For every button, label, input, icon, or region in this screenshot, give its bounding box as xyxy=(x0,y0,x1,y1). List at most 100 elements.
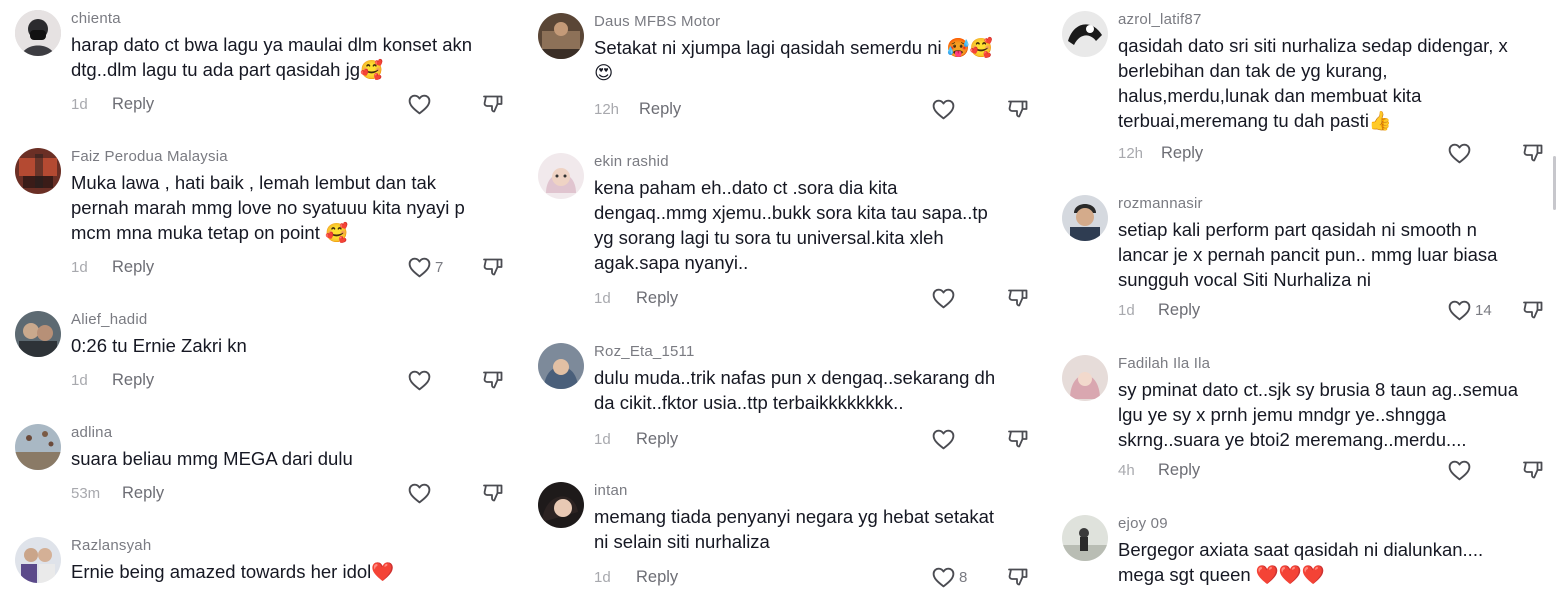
comment-text: 0:26 tu Ernie Zakri kn xyxy=(71,335,247,356)
dislike-button[interactable] xyxy=(1006,427,1030,456)
thumbs-down-icon xyxy=(481,368,505,392)
comment-text: suara beliau mmg MEGA dari dulu xyxy=(71,448,353,469)
dislike-button[interactable] xyxy=(481,92,505,121)
thumbs-down-icon xyxy=(1006,565,1030,589)
comment-username[interactable]: intan xyxy=(594,482,628,499)
heart-icon xyxy=(407,92,432,117)
comment-username[interactable]: Fadilah Ila Ila xyxy=(1118,355,1210,372)
comment-actions: 1d Reply xyxy=(71,94,515,118)
thumbs-down-icon xyxy=(1006,286,1030,310)
comment-actions: 1d Reply xyxy=(71,370,515,394)
like-button[interactable] xyxy=(1447,458,1475,483)
avatar[interactable] xyxy=(538,13,584,59)
reply-button[interactable]: Reply xyxy=(1161,144,1203,163)
like-button[interactable]: 7 xyxy=(407,255,443,280)
comment-time: 1d xyxy=(594,569,611,586)
comment-time: 12h xyxy=(594,101,620,118)
like-button[interactable] xyxy=(407,92,435,117)
comment-username[interactable]: Razlansyah xyxy=(71,537,151,554)
dislike-button[interactable] xyxy=(1006,97,1030,126)
avatar[interactable] xyxy=(1062,515,1108,561)
reply-button[interactable]: Reply xyxy=(636,568,678,587)
comment-username[interactable]: ejoy 09 xyxy=(1118,515,1168,532)
avatar[interactable] xyxy=(15,311,61,357)
reply-button[interactable]: Reply xyxy=(122,484,164,503)
avatar[interactable] xyxy=(15,148,61,194)
heart-icon xyxy=(407,368,432,393)
reply-button[interactable]: Reply xyxy=(112,95,154,114)
comment-text: setiap kali perform part qasidah ni smoo… xyxy=(1118,219,1498,290)
dislike-button[interactable] xyxy=(481,255,505,284)
comment-text: Muka lawa , hati baik , lemah lembut dan… xyxy=(71,172,465,243)
heart-icon xyxy=(407,481,432,506)
comment-item: ejoy 09 Bergegor axiata saat qasidah ni … xyxy=(1062,515,1547,595)
like-button[interactable] xyxy=(931,427,959,452)
avatar[interactable] xyxy=(15,10,61,56)
dislike-button[interactable] xyxy=(481,368,505,397)
reply-button[interactable]: Reply xyxy=(112,258,154,277)
like-button[interactable] xyxy=(1447,141,1475,166)
comment-column-1: chienta harap dato ct bwa lagu ya maulai… xyxy=(15,0,515,616)
thumbs-down-icon xyxy=(481,92,505,116)
dislike-button[interactable] xyxy=(1521,298,1545,327)
like-button[interactable]: 14 xyxy=(1447,298,1492,323)
avatar[interactable] xyxy=(1062,11,1108,57)
heart-icon xyxy=(931,97,956,122)
comment-item: Daus MFBS Motor Setakat ni xjumpa lagi q… xyxy=(538,13,1038,123)
comment-username[interactable]: ekin rashid xyxy=(594,153,669,170)
reply-button[interactable]: Reply xyxy=(112,371,154,390)
comment-username[interactable]: Faiz Perodua Malaysia xyxy=(71,148,228,165)
comment-item: Alief_hadid 0:26 tu Ernie Zakri kn 1d Re… xyxy=(15,311,515,396)
like-count: 8 xyxy=(959,569,968,586)
avatar[interactable] xyxy=(538,482,584,528)
dislike-button[interactable] xyxy=(1521,458,1545,487)
reply-button[interactable]: Reply xyxy=(1158,301,1200,320)
dislike-button[interactable] xyxy=(1521,141,1545,170)
comment-username[interactable]: azrol_latif87 xyxy=(1118,11,1201,28)
avatar[interactable] xyxy=(1062,355,1108,401)
avatar[interactable] xyxy=(538,153,584,199)
avatar[interactable] xyxy=(15,537,61,583)
reply-button[interactable]: Reply xyxy=(636,430,678,449)
comment-actions: 1d Reply 8 xyxy=(594,567,1038,591)
comment-username[interactable]: adlina xyxy=(71,424,112,441)
like-button[interactable] xyxy=(931,286,959,311)
comment-username[interactable]: Roz_Eta_1511 xyxy=(594,343,695,360)
like-button[interactable] xyxy=(407,368,435,393)
scrollbar[interactable] xyxy=(1553,156,1556,210)
like-button[interactable] xyxy=(931,97,959,122)
comment-username[interactable]: chienta xyxy=(71,10,121,27)
comment-item: azrol_latif87 qasidah dato sri siti nurh… xyxy=(1062,11,1547,171)
like-button[interactable]: 8 xyxy=(931,565,967,590)
heart-icon xyxy=(1447,141,1472,166)
thumbs-down-icon xyxy=(481,481,505,505)
thumbs-down-icon xyxy=(1521,298,1545,322)
avatar[interactable] xyxy=(538,343,584,389)
like-count: 14 xyxy=(1475,302,1492,319)
thumbs-down-icon xyxy=(481,255,505,279)
heart-icon xyxy=(931,427,956,452)
comment-actions: 1d Reply 7 xyxy=(71,257,515,281)
comment-item: Faiz Perodua Malaysia Muka lawa , hati b… xyxy=(15,148,515,283)
avatar[interactable] xyxy=(15,424,61,470)
reply-button[interactable]: Reply xyxy=(639,100,681,119)
comment-text: memang tiada penyanyi negara yg hebat se… xyxy=(594,506,995,552)
like-button[interactable] xyxy=(407,481,435,506)
heart-icon xyxy=(1447,298,1472,323)
comment-username[interactable]: Daus MFBS Motor xyxy=(594,13,720,30)
thumbs-down-icon xyxy=(1521,141,1545,165)
comment-item: adlina suara beliau mmg MEGA dari dulu 5… xyxy=(15,424,515,509)
comment-username[interactable]: Alief_hadid xyxy=(71,311,147,328)
dislike-button[interactable] xyxy=(1006,286,1030,315)
comment-actions: 53m Reply xyxy=(71,483,515,507)
comment-time: 53m xyxy=(71,485,101,502)
dislike-button[interactable] xyxy=(481,481,505,510)
dislike-button[interactable] xyxy=(1006,565,1030,594)
comment-time: 1d xyxy=(1118,302,1135,319)
avatar[interactable] xyxy=(1062,195,1108,241)
comment-username[interactable]: rozmannasir xyxy=(1118,195,1203,212)
comment-actions: 4h Reply xyxy=(1118,460,1547,484)
reply-button[interactable]: Reply xyxy=(1158,461,1200,480)
comment-text: dulu muda..trik nafas pun x dengaq..seka… xyxy=(594,367,996,413)
reply-button[interactable]: Reply xyxy=(636,289,678,308)
